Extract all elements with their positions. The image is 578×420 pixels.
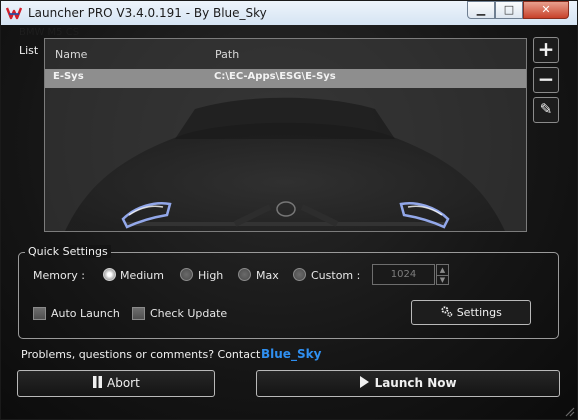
play-icon — [360, 376, 370, 388]
memory-radio-max[interactable] — [238, 268, 251, 281]
custom-memory-spinner[interactable]: ▲ ▼ — [436, 264, 449, 285]
memory-option-custom-label: Custom : — [311, 269, 361, 282]
pause-icon — [93, 376, 103, 388]
background-watermark: BMW M5 CS — [19, 27, 80, 38]
minus-icon: − — [537, 67, 555, 91]
settings-button[interactable]: Settings — [411, 300, 531, 325]
memory-option-high-label: High — [198, 269, 224, 282]
quick-settings-panel: Quick Settings Memory : Medium High Max … — [18, 245, 559, 339]
memory-radio-medium[interactable] — [103, 268, 116, 281]
resize-grip-icon[interactable] — [565, 407, 575, 417]
memory-option-max-label: Max — [256, 269, 279, 282]
check-update-checkbox[interactable] — [132, 307, 145, 320]
abort-button-label: Abort — [107, 376, 140, 390]
contact-link[interactable]: Blue_Sky — [261, 347, 321, 361]
maximize-button[interactable]: □ — [495, 1, 523, 19]
list-header: Name Path — [45, 39, 526, 69]
window-title: Launcher PRO V3.4.0.191 - By Blue_Sky — [28, 6, 267, 20]
launch-now-button-label: Launch Now — [374, 376, 457, 390]
list-item-name: E-Sys — [53, 71, 84, 82]
column-header-name[interactable]: Name — [55, 48, 87, 61]
contact-text: Problems, questions or comments? Contact — [21, 348, 261, 361]
spin-down-icon[interactable]: ▼ — [437, 275, 448, 285]
title-bar[interactable]: Launcher PRO V3.4.0.191 - By Blue_Sky ▁ … — [1, 1, 577, 25]
memory-radio-high[interactable] — [180, 268, 193, 281]
settings-button-label: Settings — [456, 306, 502, 319]
memory-radio-custom[interactable] — [293, 268, 306, 281]
client-area: BMW M5 CS List Name Path E-Sys C:\EC-App… — [1, 25, 577, 419]
add-button[interactable]: + — [533, 37, 559, 63]
quick-settings-title: Quick Settings — [25, 245, 111, 258]
custom-memory-input[interactable]: 1024 — [372, 264, 435, 285]
gear-icon — [441, 306, 453, 317]
column-header-path[interactable]: Path — [215, 48, 239, 61]
plus-icon: + — [537, 37, 555, 61]
app-logo-icon — [6, 7, 22, 20]
check-update-label: Check Update — [150, 307, 228, 320]
launch-now-button[interactable]: Launch Now — [256, 370, 560, 397]
edit-button[interactable]: ✎ — [533, 97, 559, 123]
list-item[interactable]: E-Sys C:\EC-Apps\ESG\E-Sys — [45, 69, 526, 88]
abort-button[interactable]: Abort — [17, 370, 215, 397]
memory-option-medium-label: Medium — [120, 269, 164, 282]
memory-label: Memory : — [33, 269, 85, 282]
list-item-path: C:\EC-Apps\ESG\E-Sys — [214, 71, 336, 82]
minimize-button[interactable]: ▁ — [467, 1, 495, 19]
list-label: List — [19, 44, 39, 57]
auto-launch-label: Auto Launch — [51, 307, 120, 320]
pencil-icon: ✎ — [539, 100, 553, 118]
remove-button[interactable]: − — [533, 67, 559, 93]
close-button[interactable]: ✕ — [523, 1, 569, 19]
launcher-window: Launcher PRO V3.4.0.191 - By Blue_Sky ▁ … — [0, 0, 578, 420]
auto-launch-checkbox[interactable] — [33, 307, 46, 320]
app-list[interactable]: Name Path E-Sys C:\EC-Apps\ESG\E-Sys — [44, 38, 527, 232]
